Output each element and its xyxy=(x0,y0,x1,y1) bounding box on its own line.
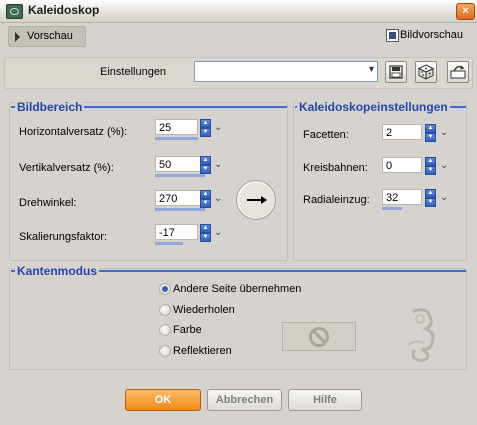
orbits-label: Kreisbahnen: xyxy=(303,162,368,174)
chevron-down-icon[interactable]: ⌄ xyxy=(214,122,222,133)
window-title: Kaleidoskop xyxy=(28,3,100,17)
scale-factor-input[interactable]: -17 xyxy=(155,224,198,240)
dice-icon xyxy=(417,64,435,80)
radio-reflect-label: Reflektieren xyxy=(173,345,232,357)
radio-color-label: Farbe xyxy=(173,324,202,336)
randomize-button[interactable] xyxy=(415,61,437,83)
edge-color-swatch[interactable] xyxy=(282,322,356,351)
horizontal-offset-label: Horizontalversatz (%): xyxy=(19,126,128,138)
spin-up-icon[interactable]: ▲ xyxy=(200,190,211,199)
radial-suction-spinner[interactable]: ▲ ▼ xyxy=(425,189,436,207)
horizontal-offset-input[interactable]: 25 xyxy=(155,119,198,135)
radial-suction-label: Radialeinzug: xyxy=(303,194,370,206)
chevron-down-icon[interactable]: ⌄ xyxy=(440,127,448,138)
radial-suction-input[interactable]: 32 xyxy=(382,189,422,205)
bildbereich-title: Bildbereich xyxy=(15,100,85,114)
radio-other-side[interactable] xyxy=(159,283,171,295)
radio-reflect[interactable] xyxy=(159,345,171,357)
radio-repeat[interactable] xyxy=(159,304,171,316)
scale-factor-label: Skalierungsfaktor: xyxy=(19,231,108,243)
scale-factor-spinner[interactable]: ▲ ▼ xyxy=(200,224,211,242)
vertical-offset-label: Vertikalversatz (%): xyxy=(19,162,114,174)
close-button[interactable]: × xyxy=(456,3,475,20)
spin-up-icon[interactable]: ▲ xyxy=(425,189,436,198)
spin-down-icon[interactable]: ▼ xyxy=(200,165,211,174)
spin-down-icon[interactable]: ▼ xyxy=(200,128,211,137)
chevron-down-icon[interactable]: ⌄ xyxy=(214,227,222,238)
vertical-offset-input[interactable]: 50 xyxy=(155,156,205,172)
radial-suction-slider[interactable] xyxy=(382,207,402,210)
chevron-down-icon: ▾ xyxy=(368,64,374,75)
preview-toggle-button[interactable]: Vorschau xyxy=(8,26,86,47)
spin-down-icon[interactable]: ▼ xyxy=(425,198,436,207)
reset-icon xyxy=(450,65,466,79)
preview-toggle-label: Vorschau xyxy=(27,30,73,42)
expand-arrow-icon xyxy=(15,32,20,42)
orbits-input[interactable]: 0 xyxy=(382,157,422,173)
scale-factor-slider[interactable] xyxy=(155,242,183,245)
spin-down-icon[interactable]: ▼ xyxy=(425,133,436,142)
spin-up-icon[interactable]: ▲ xyxy=(425,124,436,133)
rotation-angle-spinner[interactable]: ▲ ▼ xyxy=(200,190,211,208)
spin-up-icon[interactable]: ▲ xyxy=(200,224,211,233)
app-icon xyxy=(6,4,23,19)
rotation-angle-input[interactable]: 270 xyxy=(155,190,205,206)
radio-color[interactable] xyxy=(159,324,171,336)
chevron-down-icon[interactable]: ⌄ xyxy=(440,160,448,171)
prohibited-icon xyxy=(309,327,329,347)
spin-down-icon[interactable]: ▼ xyxy=(425,166,436,175)
ok-button[interactable]: OK xyxy=(125,389,201,411)
help-button[interactable]: Hilfe xyxy=(288,389,362,411)
image-preview-label: Bildvorschau xyxy=(400,29,463,41)
spin-up-icon[interactable]: ▲ xyxy=(425,157,436,166)
spin-down-icon[interactable]: ▼ xyxy=(200,233,211,242)
orbits-spinner[interactable]: ▲ ▼ xyxy=(425,157,436,175)
facets-input[interactable]: 2 xyxy=(382,124,422,140)
chevron-down-icon[interactable]: ⌄ xyxy=(214,193,222,204)
spin-up-icon[interactable]: ▲ xyxy=(200,119,211,128)
edge-mode-title: Kantenmodus xyxy=(15,264,100,278)
horizontal-offset-slider[interactable] xyxy=(155,137,198,140)
save-preset-button[interactable] xyxy=(385,61,407,83)
title-bar: Kaleidoskop × xyxy=(0,0,477,23)
angle-dial[interactable] xyxy=(236,180,276,220)
facets-label: Facetten: xyxy=(303,129,349,141)
chevron-down-icon[interactable]: ⌄ xyxy=(214,159,222,170)
mascot-icon xyxy=(400,305,456,366)
save-icon xyxy=(389,65,403,79)
image-preview-checkbox[interactable] xyxy=(386,29,399,42)
rotation-angle-label: Drehwinkel: xyxy=(19,197,77,209)
chevron-down-icon[interactable]: ⌄ xyxy=(440,192,448,203)
reset-button[interactable] xyxy=(447,61,469,83)
radio-other-side-label: Andere Seite übernehmen xyxy=(173,283,302,295)
radio-repeat-label: Wiederholen xyxy=(173,304,235,316)
rotation-angle-slider[interactable] xyxy=(155,208,205,211)
horizontal-offset-spinner[interactable]: ▲ ▼ xyxy=(200,119,211,137)
kaleido-settings-title: Kaleidoskopeinstellungen xyxy=(297,100,450,114)
spin-down-icon[interactable]: ▼ xyxy=(200,199,211,208)
spin-up-icon[interactable]: ▲ xyxy=(200,156,211,165)
vertical-offset-spinner[interactable]: ▲ ▼ xyxy=(200,156,211,174)
presets-dropdown[interactable]: ▾ xyxy=(194,61,378,82)
cancel-button[interactable]: Abbrechen xyxy=(207,389,282,411)
angle-needle-icon xyxy=(247,199,262,201)
kaleido-settings-group xyxy=(293,102,467,261)
presets-label: Einstellungen xyxy=(100,66,167,78)
vertical-offset-slider[interactable] xyxy=(155,174,205,177)
facets-spinner[interactable]: ▲ ▼ xyxy=(425,124,436,142)
angle-arrow-icon xyxy=(261,196,267,204)
